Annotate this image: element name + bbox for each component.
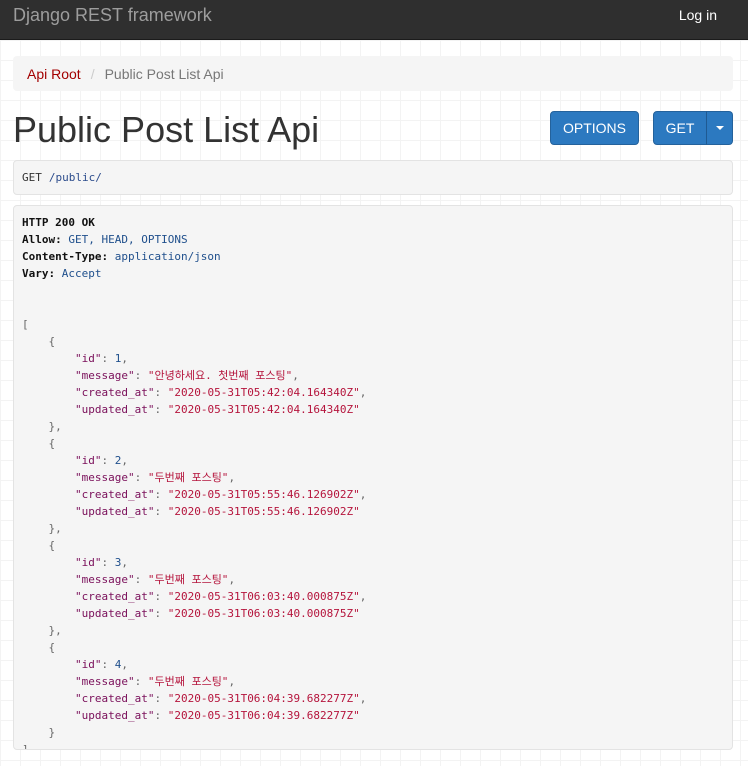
json-value: "2020-05-31T06:04:39.682277Z" xyxy=(167,692,360,705)
json-colon: : xyxy=(134,573,148,586)
json-colon: : xyxy=(154,403,168,416)
json-key: "updated_at" xyxy=(74,709,155,722)
json-key: "created_at" xyxy=(74,590,155,603)
json-colon: : xyxy=(154,386,168,399)
json-brace: { xyxy=(48,335,56,348)
response-json: [ { "id": 1, "message": "안녕하세요. 첫번째 포스팅"… xyxy=(22,318,367,750)
json-value: "2020-05-31T05:42:04.164340Z" xyxy=(167,403,360,416)
header-value: application/json xyxy=(114,250,221,263)
json-value: "2020-05-31T06:03:40.000875Z" xyxy=(167,607,360,620)
json-comma: , xyxy=(228,675,236,688)
json-comma: , xyxy=(121,352,128,365)
json-comma: , xyxy=(121,556,128,569)
json-key: "message" xyxy=(74,471,135,484)
json-colon: : xyxy=(134,471,148,484)
json-colon: : xyxy=(101,454,115,467)
json-value: "두번째 포스팅" xyxy=(147,573,229,586)
json-comma: , xyxy=(55,420,62,433)
response-headers: Allow: GET, HEAD, OPTIONS Content-Type: … xyxy=(22,233,221,280)
json-bracket: [ xyxy=(22,318,29,331)
json-value: "2020-05-31T06:03:40.000875Z" xyxy=(167,590,360,603)
json-brace: } xyxy=(48,726,56,739)
header-key: Allow: xyxy=(22,233,62,246)
json-value: "2020-05-31T06:04:39.682277Z" xyxy=(167,709,360,722)
json-key: "updated_at" xyxy=(74,403,155,416)
json-comma: , xyxy=(55,522,62,535)
request-info: GET /public/ xyxy=(13,160,733,195)
header-key: Content-Type: xyxy=(22,250,109,263)
json-colon: : xyxy=(134,369,148,382)
json-colon: : xyxy=(154,709,168,722)
json-colon: : xyxy=(154,505,168,518)
json-comma: , xyxy=(359,590,367,603)
json-brace: { xyxy=(48,641,56,654)
json-comma: , xyxy=(121,658,128,671)
json-colon: : xyxy=(101,352,115,365)
json-value: "두번째 포스팅" xyxy=(147,471,229,484)
json-colon: : xyxy=(154,488,168,501)
json-colon: : xyxy=(134,675,148,688)
json-key: "message" xyxy=(74,369,135,382)
json-colon: : xyxy=(154,607,168,620)
json-key: "message" xyxy=(74,675,135,688)
json-comma: , xyxy=(292,369,299,382)
options-button[interactable]: OPTIONS xyxy=(550,111,639,145)
json-brace: { xyxy=(48,539,56,552)
json-comma: , xyxy=(228,573,236,586)
json-value: "2020-05-31T05:55:46.126902Z" xyxy=(167,505,360,518)
json-brace: { xyxy=(48,437,56,450)
get-dropdown-toggle[interactable] xyxy=(706,111,733,145)
json-comma: , xyxy=(228,471,236,484)
header-value: Accept xyxy=(61,267,102,280)
json-comma: , xyxy=(55,624,62,637)
response-body: HTTP 200 OK Allow: GET, HEAD, OPTIONS Co… xyxy=(13,205,733,750)
request-method: GET xyxy=(22,171,42,184)
json-value: "2020-05-31T05:42:04.164340Z" xyxy=(167,386,360,399)
breadcrumb: Api Root / Public Post List Api xyxy=(13,56,733,91)
brand-link[interactable]: Django REST framework xyxy=(13,5,212,25)
json-key: "updated_at" xyxy=(74,607,155,620)
caret-down-icon xyxy=(715,126,724,130)
json-value: "2020-05-31T05:55:46.126902Z" xyxy=(167,488,360,501)
breadcrumb-separator: / xyxy=(90,65,95,82)
breadcrumb-current: Public Post List Api xyxy=(104,65,224,82)
json-bracket: ] xyxy=(22,743,29,750)
json-key: "id" xyxy=(74,658,102,671)
login-link[interactable]: Log in xyxy=(679,7,717,23)
header-value: GET, HEAD, OPTIONS xyxy=(68,233,188,246)
header-key: Vary: xyxy=(22,267,56,280)
json-key: "id" xyxy=(74,556,102,569)
json-key: "updated_at" xyxy=(74,505,155,518)
response-status: HTTP 200 OK xyxy=(22,216,95,229)
json-key: "created_at" xyxy=(74,692,155,705)
json-key: "created_at" xyxy=(74,488,155,501)
get-button-group: GET xyxy=(653,111,733,145)
json-comma: , xyxy=(121,454,128,467)
json-colon: : xyxy=(154,590,168,603)
request-path: /public/ xyxy=(48,171,102,184)
json-colon: : xyxy=(154,692,168,705)
json-key: "id" xyxy=(74,352,102,365)
navbar: Django REST framework Log in xyxy=(0,0,748,40)
json-comma: , xyxy=(359,488,367,501)
json-comma: , xyxy=(359,692,367,705)
json-comma: , xyxy=(359,386,367,399)
json-key: "message" xyxy=(74,573,135,586)
json-value: "두번째 포스팅" xyxy=(147,675,229,688)
get-button[interactable]: GET xyxy=(653,111,707,145)
json-key: "id" xyxy=(74,454,102,467)
json-key: "created_at" xyxy=(74,386,155,399)
json-value: "안녕하세요. 첫번째 포스팅" xyxy=(147,369,293,382)
breadcrumb-api-root-link[interactable]: Api Root xyxy=(27,66,81,82)
json-colon: : xyxy=(101,658,115,671)
page-title: Public Post List Api xyxy=(13,109,320,150)
json-colon: : xyxy=(101,556,115,569)
